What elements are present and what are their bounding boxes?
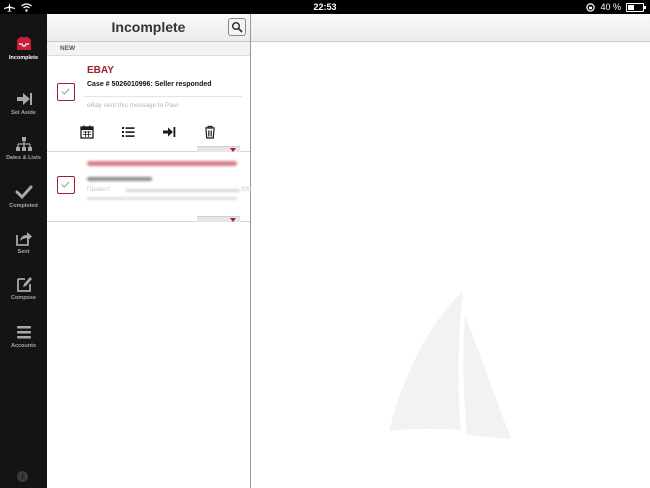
sailboat-logo-icon xyxy=(389,291,511,439)
blurred-preview xyxy=(125,189,240,192)
sidebar-item-label: Completed xyxy=(9,203,38,209)
add-to-list-button[interactable] xyxy=(120,124,136,140)
page-title: Incomplete xyxy=(111,19,186,35)
set-aside-icon xyxy=(163,127,176,137)
status-bar: 22:53 40 % xyxy=(0,0,650,14)
list-item[interactable]: EBAY Case # 5026010996: Seller responded… xyxy=(47,56,250,152)
set-aside-button[interactable] xyxy=(161,124,177,140)
status-right: 40 % xyxy=(586,0,646,14)
blurred-sender xyxy=(87,161,237,166)
accounts-icon xyxy=(16,326,31,339)
divider xyxy=(83,96,242,97)
expand-arrow-icon[interactable] xyxy=(230,218,236,222)
message-subject: Case # 5026010996: Seller responded xyxy=(87,81,212,88)
complete-checkbox[interactable] xyxy=(57,83,75,101)
schedule-button[interactable] xyxy=(79,124,95,140)
set-aside-icon xyxy=(16,93,32,105)
sidebar-item-label: Compose xyxy=(10,295,37,301)
sidebar-item-dates-lists[interactable]: Dates & Lists xyxy=(0,136,47,161)
battery-percent: 40 % xyxy=(600,2,621,12)
message-actions xyxy=(47,124,250,140)
sidebar-item-compose[interactable]: Compose xyxy=(0,276,47,301)
list-item[interactable]: Привет! SSD xyxy=(47,152,254,222)
blurred-preview-line xyxy=(87,197,237,200)
sidebar-item-label: Dates & Lists xyxy=(6,155,41,161)
sidebar-item-label: Sent xyxy=(17,249,30,255)
sidebar-item-sent[interactable]: Sent xyxy=(0,230,47,255)
message-list-pane: Incomplete NEW EBAY Case # 5026010996: S… xyxy=(47,14,254,488)
dates-lists-icon xyxy=(15,137,32,151)
complete-checkbox[interactable] xyxy=(57,176,75,194)
rotation-lock-icon xyxy=(586,2,596,12)
calendar-icon xyxy=(80,125,94,139)
check-icon xyxy=(61,88,70,95)
delete-button[interactable] xyxy=(202,124,218,140)
sidebar-item-completed[interactable]: Completed xyxy=(0,184,47,209)
compose-icon xyxy=(16,277,32,292)
sidebar-item-label: Incomplete xyxy=(8,55,39,61)
list-icon xyxy=(122,127,135,137)
sidebar-item-set-aside[interactable]: Set Aside xyxy=(0,91,47,116)
blurred-subject xyxy=(87,177,152,181)
sidebar-item-incomplete[interactable]: Incomplete xyxy=(0,36,47,61)
battery-fill xyxy=(628,4,634,10)
battery-icon xyxy=(626,2,646,12)
detail-header xyxy=(251,14,650,42)
section-label-new: NEW xyxy=(47,42,250,56)
check-icon xyxy=(61,181,70,188)
info-icon[interactable]: i xyxy=(17,471,28,482)
message-preview: eBay sent this message to Paul xyxy=(87,102,179,109)
checkmark-icon xyxy=(15,185,32,200)
sidebar-item-label: Accounts xyxy=(10,343,37,349)
sidebar-item-label: Set Aside xyxy=(11,110,36,116)
inbox-icon xyxy=(16,37,31,50)
list-header: Incomplete xyxy=(47,14,250,42)
sidebar-item-accounts[interactable]: Accounts xyxy=(0,324,47,349)
trash-icon xyxy=(205,125,215,139)
detail-pane xyxy=(251,14,650,488)
search-button[interactable] xyxy=(228,18,246,36)
message-preview-start: Привет! xyxy=(87,186,111,193)
sidebar: Incomplete Set Aside Dates & Lists Compl… xyxy=(0,14,47,488)
status-time: 22:53 xyxy=(313,2,337,12)
sent-icon xyxy=(15,232,32,246)
message-sender: EBAY xyxy=(87,65,114,76)
search-icon xyxy=(231,21,243,33)
